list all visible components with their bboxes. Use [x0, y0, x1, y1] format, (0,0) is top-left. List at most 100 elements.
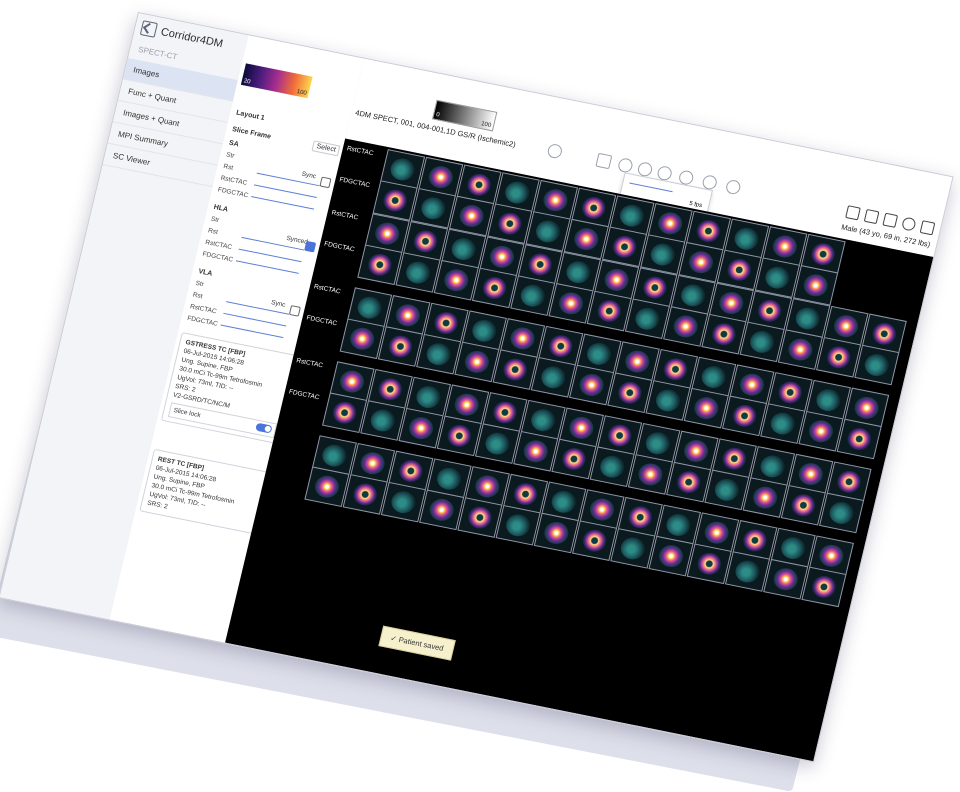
slice-tile[interactable]	[763, 558, 809, 600]
slice-image	[656, 543, 686, 570]
row-label: Str	[194, 279, 205, 289]
slice-tile[interactable]	[474, 423, 521, 464]
slice-image	[724, 256, 754, 283]
slice-tile[interactable]	[663, 306, 709, 347]
zoom-icon[interactable]	[546, 142, 564, 160]
slice-tile[interactable]	[377, 326, 423, 367]
slice-tile[interactable]	[551, 438, 597, 480]
slice-slider[interactable]	[223, 312, 287, 327]
slice-slider[interactable]	[238, 248, 302, 263]
fps-slider[interactable]	[629, 182, 673, 193]
gear-icon[interactable]	[900, 216, 917, 232]
slice-image	[490, 399, 520, 426]
slice-lock-toggle[interactable]	[255, 422, 273, 434]
slice-tile[interactable]	[798, 410, 844, 452]
slice-tile[interactable]	[648, 535, 694, 577]
slice-tile[interactable]	[495, 504, 541, 546]
slice-tile[interactable]	[436, 415, 482, 457]
slice-tile[interactable]	[339, 318, 385, 360]
slice-slider[interactable]	[253, 184, 317, 198]
unlock-icon[interactable]	[319, 176, 332, 189]
slice-tile[interactable]	[533, 512, 579, 554]
slice-tile[interactable]	[854, 344, 900, 386]
slice-tile[interactable]	[780, 484, 826, 526]
slice-image	[664, 511, 693, 539]
slice-tile[interactable]	[683, 387, 729, 429]
save-icon[interactable]	[845, 205, 861, 221]
slice-tile[interactable]	[624, 298, 671, 340]
close-icon[interactable]	[919, 220, 936, 236]
slice-tile[interactable]	[569, 364, 615, 406]
slice-tile[interactable]	[760, 403, 806, 444]
slice-tile[interactable]	[571, 520, 618, 561]
slice-image	[694, 550, 724, 577]
row-label-rstctac: RstCTAC	[313, 283, 342, 296]
screenshot-icon[interactable]	[863, 208, 880, 225]
slice-image	[464, 171, 494, 198]
row-label: FDGCTAC	[186, 314, 219, 328]
color-scale-bar[interactable]: 20 100	[240, 63, 313, 99]
slice-tile[interactable]	[304, 466, 350, 508]
slice-image	[502, 179, 532, 206]
slice-tile[interactable]	[510, 275, 556, 316]
slice-tile[interactable]	[721, 395, 768, 437]
slice-tile[interactable]	[777, 329, 823, 370]
slice-tile[interactable]	[454, 341, 500, 383]
slice-tile[interactable]	[645, 380, 691, 421]
unlock-icon[interactable]	[288, 305, 301, 317]
target-icon[interactable]	[616, 157, 634, 174]
slice-tile[interactable]	[360, 400, 406, 441]
slice-image	[584, 340, 614, 367]
slice-image	[426, 164, 456, 191]
slice-tile[interactable]	[607, 372, 653, 414]
slice-frame-select[interactable]: Select	[311, 140, 341, 157]
slice-tile[interactable]	[589, 446, 635, 488]
slice-tile[interactable]	[492, 349, 538, 390]
slice-tile[interactable]	[686, 543, 732, 585]
slice-tile[interactable]	[627, 454, 673, 495]
slice-image	[469, 317, 499, 344]
slice-tile[interactable]	[816, 336, 862, 378]
slice-tile[interactable]	[395, 252, 441, 293]
slice-tile[interactable]	[666, 461, 712, 503]
lock-icon[interactable]	[304, 240, 317, 253]
rest-dataset-card[interactable]: REST TC [FBP] 06-Jul-2015 14:06:28 Ung. …	[139, 448, 272, 535]
slice-tile[interactable]	[471, 267, 518, 309]
slice-slider[interactable]	[220, 324, 284, 339]
slice-tile[interactable]	[433, 259, 479, 301]
slice-slider[interactable]	[235, 260, 299, 274]
slice-tile[interactable]	[801, 566, 847, 608]
slice-tile[interactable]	[419, 489, 465, 531]
export-icon[interactable]	[882, 212, 899, 228]
slice-tile[interactable]	[819, 492, 865, 534]
slice-image	[472, 473, 502, 500]
slice-tile[interactable]	[457, 497, 503, 538]
overlay-icon[interactable]	[724, 178, 742, 196]
slice-tile[interactable]	[836, 418, 882, 460]
slice-tile[interactable]	[322, 392, 368, 434]
slice-tile[interactable]	[342, 474, 388, 515]
slice-tile[interactable]	[742, 477, 788, 518]
slice-tile[interactable]	[416, 333, 462, 375]
slice-tile[interactable]	[739, 321, 785, 363]
slice-tile[interactable]	[610, 528, 656, 569]
slice-image	[597, 453, 627, 480]
slice-tile[interactable]	[586, 290, 632, 332]
slice-tile[interactable]	[530, 357, 576, 398]
slice-image	[465, 504, 495, 531]
slice-image	[615, 379, 645, 406]
gray-scale-max: 100	[480, 121, 492, 129]
slice-tile[interactable]	[380, 481, 426, 523]
slice-tile[interactable]	[548, 283, 594, 324]
slice-tile[interactable]	[701, 313, 747, 355]
slice-tile[interactable]	[357, 244, 403, 286]
slice-tile[interactable]	[724, 551, 771, 592]
slice-tile[interactable]	[513, 430, 559, 472]
slice-tile[interactable]	[398, 407, 444, 449]
slice-image	[852, 394, 881, 421]
slice-slider[interactable]	[251, 196, 315, 210]
slice-tile[interactable]	[704, 469, 750, 511]
logo-icon	[139, 20, 158, 38]
cine-icon[interactable]	[595, 152, 613, 170]
slice-image	[610, 233, 639, 260]
